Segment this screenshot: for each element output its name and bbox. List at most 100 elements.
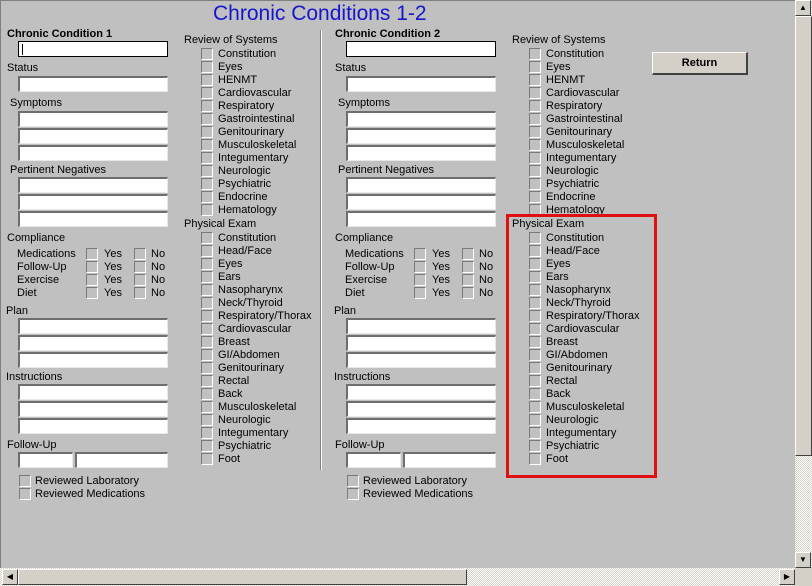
plan-input-3[interactable]: [346, 352, 496, 368]
ros-musculoskeletal-checkbox[interactable]: [201, 139, 213, 151]
horizontal-scroll-thumb[interactable]: [18, 569, 467, 585]
instructions-input-2[interactable]: [18, 401, 168, 417]
pe-head-face-checkbox[interactable]: [201, 245, 213, 257]
horizontal-scrollbar[interactable]: ◀ ▶: [0, 568, 795, 586]
ros-endocrine-checkbox[interactable]: [201, 191, 213, 203]
ros-musculoskeletal-checkbox[interactable]: [529, 139, 541, 151]
symptoms-input-1[interactable]: [18, 111, 168, 127]
pertinent-negatives-input-2[interactable]: [346, 194, 496, 210]
pe-neurologic-checkbox[interactable]: [201, 414, 213, 426]
compliance-follow-up-no-checkbox[interactable]: [462, 261, 474, 273]
compliance-medications-yes-checkbox[interactable]: [86, 248, 98, 260]
pertinent-negatives-input-2[interactable]: [18, 194, 168, 210]
ros-gastrointestinal-checkbox[interactable]: [201, 113, 213, 125]
compliance-medications-no-checkbox[interactable]: [134, 248, 146, 260]
pe-psychiatric-checkbox[interactable]: [201, 440, 213, 452]
ros-gastrointestinal-checkbox[interactable]: [529, 113, 541, 125]
scroll-right-arrow-icon[interactable]: ▶: [779, 569, 795, 585]
chronic-condition-input[interactable]: [346, 41, 496, 57]
pe-eyes-checkbox[interactable]: [201, 258, 213, 270]
ros-respiratory-checkbox[interactable]: [201, 100, 213, 112]
chronic-condition-input[interactable]: [18, 41, 168, 57]
vertical-scrollbar[interactable]: ▲ ▼: [795, 0, 812, 568]
ros-integumentary-checkbox[interactable]: [529, 152, 541, 164]
symptoms-input-3[interactable]: [18, 145, 168, 161]
reviewed-medications-checkbox[interactable]: [347, 488, 359, 500]
symptoms-input-2[interactable]: [18, 128, 168, 144]
ros-endocrine-checkbox[interactable]: [529, 191, 541, 203]
pertinent-negatives-input-3[interactable]: [18, 211, 168, 227]
symptoms-input-3[interactable]: [346, 145, 496, 161]
compliance-exercise-no-checkbox[interactable]: [134, 274, 146, 286]
ros-neurologic-checkbox[interactable]: [201, 165, 213, 177]
ros-cardiovascular-checkbox[interactable]: [529, 87, 541, 99]
status-input[interactable]: [18, 76, 168, 92]
pertinent-negatives-input-1[interactable]: [18, 177, 168, 193]
instructions-input-1[interactable]: [18, 384, 168, 400]
instructions-input-2[interactable]: [346, 401, 496, 417]
ros-henmt-checkbox[interactable]: [529, 74, 541, 86]
compliance-exercise-yes-checkbox[interactable]: [414, 274, 426, 286]
plan-input-2[interactable]: [18, 335, 168, 351]
ros-psychiatric-checkbox[interactable]: [201, 178, 213, 190]
scroll-down-arrow-icon[interactable]: ▼: [795, 552, 811, 568]
pe-genitourinary-checkbox[interactable]: [201, 362, 213, 374]
plan-input-1[interactable]: [346, 318, 496, 334]
instructions-input-3[interactable]: [18, 418, 168, 434]
pe-constitution-checkbox[interactable]: [201, 232, 213, 244]
ros-cardiovascular-checkbox[interactable]: [201, 87, 213, 99]
symptoms-input-2[interactable]: [346, 128, 496, 144]
ros-respiratory-checkbox[interactable]: [529, 100, 541, 112]
pe-back-checkbox[interactable]: [201, 388, 213, 400]
reviewed-medications-checkbox[interactable]: [19, 488, 31, 500]
pe-neck-thyroid-checkbox[interactable]: [201, 297, 213, 309]
ros-constitution-checkbox[interactable]: [201, 48, 213, 60]
ros-eyes-checkbox[interactable]: [529, 61, 541, 73]
ros-genitourinary-checkbox[interactable]: [201, 126, 213, 138]
compliance-medications-no-checkbox[interactable]: [462, 248, 474, 260]
scroll-up-arrow-icon[interactable]: ▲: [795, 0, 811, 16]
ros-henmt-checkbox[interactable]: [201, 74, 213, 86]
scroll-left-arrow-icon[interactable]: ◀: [2, 569, 18, 585]
compliance-exercise-no-checkbox[interactable]: [462, 274, 474, 286]
pe-gi-abdomen-checkbox[interactable]: [201, 349, 213, 361]
symptoms-input-1[interactable]: [346, 111, 496, 127]
ros-constitution-checkbox[interactable]: [529, 48, 541, 60]
ros-hematology-checkbox[interactable]: [201, 204, 213, 216]
compliance-diet-yes-checkbox[interactable]: [86, 287, 98, 299]
ros-integumentary-checkbox[interactable]: [201, 152, 213, 164]
follow-up-input-1[interactable]: [346, 452, 401, 468]
pertinent-negatives-input-1[interactable]: [346, 177, 496, 193]
plan-input-3[interactable]: [18, 352, 168, 368]
ros-neurologic-checkbox[interactable]: [529, 165, 541, 177]
plan-input-2[interactable]: [346, 335, 496, 351]
instructions-input-3[interactable]: [346, 418, 496, 434]
compliance-diet-no-checkbox[interactable]: [134, 287, 146, 299]
pertinent-negatives-input-3[interactable]: [346, 211, 496, 227]
pe-rectal-checkbox[interactable]: [201, 375, 213, 387]
pe-respiratory-thorax-checkbox[interactable]: [201, 310, 213, 322]
reviewed-laboratory-checkbox[interactable]: [19, 475, 31, 487]
follow-up-input-1[interactable]: [18, 452, 73, 468]
pe-foot-checkbox[interactable]: [201, 453, 213, 465]
compliance-follow-up-yes-checkbox[interactable]: [86, 261, 98, 273]
follow-up-input-2[interactable]: [75, 452, 168, 468]
ros-eyes-checkbox[interactable]: [201, 61, 213, 73]
compliance-exercise-yes-checkbox[interactable]: [86, 274, 98, 286]
instructions-input-1[interactable]: [346, 384, 496, 400]
pe-integumentary-checkbox[interactable]: [201, 427, 213, 439]
compliance-follow-up-no-checkbox[interactable]: [134, 261, 146, 273]
vertical-scroll-thumb[interactable]: [795, 16, 812, 456]
reviewed-laboratory-checkbox[interactable]: [347, 475, 359, 487]
pe-ears-checkbox[interactable]: [201, 271, 213, 283]
return-button[interactable]: Return: [652, 52, 748, 75]
status-input[interactable]: [346, 76, 496, 92]
pe-nasopharynx-checkbox[interactable]: [201, 284, 213, 296]
compliance-diet-yes-checkbox[interactable]: [414, 287, 426, 299]
pe-musculoskeletal-checkbox[interactable]: [201, 401, 213, 413]
plan-input-1[interactable]: [18, 318, 168, 334]
ros-psychiatric-checkbox[interactable]: [529, 178, 541, 190]
ros-genitourinary-checkbox[interactable]: [529, 126, 541, 138]
pe-cardiovascular-checkbox[interactable]: [201, 323, 213, 335]
compliance-follow-up-yes-checkbox[interactable]: [414, 261, 426, 273]
